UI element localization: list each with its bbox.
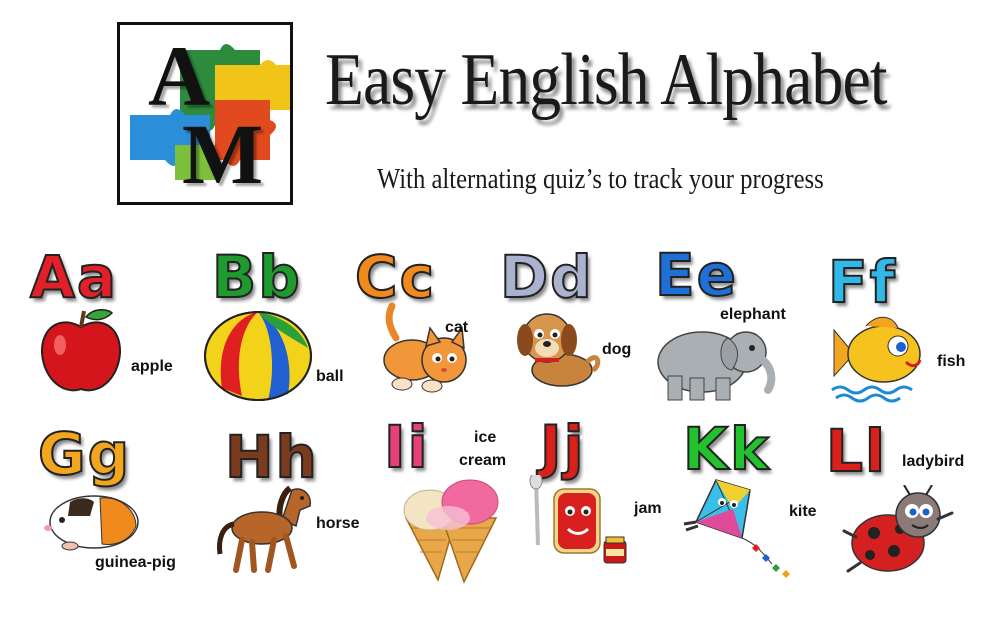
letter-ee: Ee [654, 241, 738, 309]
elephant-icon [657, 331, 776, 401]
apple-icon [40, 309, 122, 392]
letter-bb: Bb [211, 243, 302, 311]
ice-cream-icon [403, 479, 499, 584]
horse-icon [217, 485, 312, 573]
word-horse: horse [316, 515, 360, 532]
letter-aa: Aa [29, 243, 119, 311]
letter-ll: Ll [825, 417, 887, 485]
word-dog: dog [602, 341, 632, 358]
letter-dd: Dd [499, 243, 594, 311]
word-kite: kite [789, 503, 817, 520]
letter-hh: Hh [224, 423, 319, 491]
guinea-pig-icon [44, 495, 139, 551]
word-ladybird: ladybird [902, 453, 965, 470]
ladybird-icon [842, 485, 954, 573]
jam-icon [529, 475, 627, 564]
logo-letter-m: M [182, 106, 264, 202]
letter-ff: Ff [827, 248, 897, 316]
word-ice: ice [474, 429, 497, 446]
word-guinea-pig: guinea-pig [95, 554, 176, 571]
ball-icon [204, 311, 312, 401]
fish-icon [831, 316, 922, 403]
letter-gg: Gg [37, 420, 132, 488]
kite-icon [683, 479, 790, 578]
cat-icon [383, 302, 467, 393]
word-cat: cat [445, 319, 469, 336]
word-fish: fish [937, 353, 966, 370]
dog-icon [517, 313, 601, 387]
letter-kk: Kk [682, 415, 771, 483]
letter-ii: Ii [383, 413, 430, 481]
logo: A M [117, 22, 293, 205]
word-jam: jam [634, 500, 662, 517]
page-title: Easy English Alphabet [325, 39, 888, 121]
word-cream: cream [459, 452, 507, 469]
word-apple: apple [131, 358, 173, 375]
word-ball: ball [316, 368, 344, 385]
word-elephant: elephant [720, 306, 786, 323]
page-subtitle: With alternating quiz’s to track your pr… [377, 163, 824, 195]
letter-jj: Jj [539, 413, 586, 481]
